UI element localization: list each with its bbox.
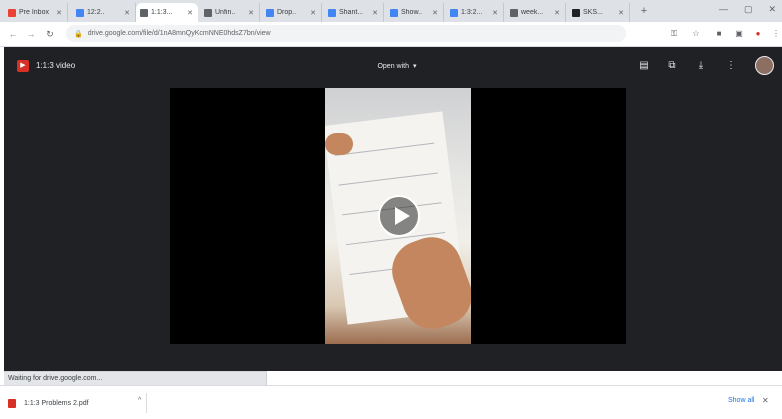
tab-item[interactable]: SKS... ✕ [568, 3, 630, 22]
drive-icon [204, 8, 212, 17]
back-arrow-icon[interactable]: ← [6, 27, 20, 41]
tab-item[interactable]: Drop.. ✕ [262, 3, 322, 22]
pdf-icon [8, 398, 16, 408]
status-bar: Waiting for drive.google.com... [4, 371, 267, 385]
lock-icon: 🔒 [74, 30, 83, 38]
pdf-extension-icon[interactable]: ▣ [733, 28, 745, 40]
forward-arrow-icon[interactable]: → [24, 27, 38, 41]
tab-label: SKS... [583, 9, 603, 16]
download-shelf: 1:1:3 Problems 2.pdf ^ Show all ✕ [0, 385, 782, 419]
extension-icon[interactable]: ■ [713, 28, 725, 40]
file-name: 1:1:3 video [36, 61, 76, 70]
minimize-button[interactable]: — [719, 4, 728, 15]
browser-tab-strip: Pre Inbox ✕ 12:2.. ✕ 1:1:3... ✕ Unfin.. … [0, 0, 782, 22]
tab-item-active[interactable]: 1:1:3... ✕ [136, 3, 198, 22]
drive-icon [510, 8, 518, 17]
maximize-button[interactable]: ▢ [744, 4, 753, 15]
star-icon[interactable]: ☆ [690, 28, 702, 40]
tab-item[interactable]: week... ✕ [506, 3, 566, 22]
tab-label: 1:3:2... [461, 9, 483, 16]
window-controls: — ▢ ✕ [719, 4, 776, 15]
video-file-icon: ▶ [17, 60, 29, 72]
close-icon[interactable]: ✕ [617, 9, 625, 17]
hand-image [325, 133, 353, 155]
address-bar[interactable]: 🔒 drive.google.com/file/d/1nA8mnQyKcmNNE… [66, 25, 626, 42]
close-icon[interactable]: ✕ [553, 9, 561, 17]
new-window-icon[interactable]: ⧉ [665, 59, 679, 73]
tab-item[interactable]: Unfin.. ✕ [200, 3, 260, 22]
close-icon[interactable]: ✕ [123, 9, 131, 17]
url-text: drive.google.com/file/d/1nA8mnQyKcmNNE0h… [87, 30, 271, 37]
close-window-button[interactable]: ✕ [768, 4, 776, 15]
tab-item[interactable]: Show.. ✕ [386, 3, 444, 22]
tab-label: Drop.. [277, 9, 297, 16]
video-player[interactable] [170, 88, 626, 344]
close-icon[interactable]: ✕ [431, 9, 439, 17]
more-vert-icon[interactable]: ⋮ [724, 59, 738, 73]
download-icon[interactable]: ⤓ [694, 59, 708, 73]
tab-label: week... [521, 9, 544, 16]
tab-label: 1:1:3... [151, 9, 173, 16]
close-icon[interactable]: ✕ [371, 9, 379, 17]
drive-icon [140, 8, 148, 17]
tab-label: Pre Inbox [19, 9, 49, 16]
close-icon[interactable]: ✕ [762, 396, 769, 405]
show-all-button[interactable]: Show all [728, 397, 754, 404]
tab-label: Shant... [339, 9, 364, 16]
tab-label: Unfin.. [215, 9, 236, 16]
download-item-label: 1:1:3 Problems 2.pdf [24, 399, 89, 407]
tab-item[interactable]: 1:3:2... ✕ [446, 3, 504, 22]
gmail-icon [8, 8, 16, 17]
close-icon[interactable]: ✕ [309, 9, 317, 17]
download-item[interactable]: 1:1:3 Problems 2.pdf ^ [8, 393, 147, 413]
avatar[interactable] [755, 56, 774, 75]
site-icon [572, 8, 580, 17]
tab-item[interactable]: 12:2.. ✕ [72, 3, 136, 22]
tab-item[interactable]: Shant... ✕ [324, 3, 384, 22]
close-icon[interactable]: ✕ [247, 9, 255, 17]
docs-icon [450, 8, 458, 17]
docs-icon [390, 8, 398, 17]
viewer-header: ▶ 1:1:3 video Open with ▾ ▤ ⧉ ⤓ ⋮ [4, 47, 782, 85]
close-icon[interactable]: ✕ [491, 9, 499, 17]
close-icon[interactable]: ✕ [55, 9, 63, 17]
chevron-down-icon: ▾ [413, 63, 417, 70]
drive-file-viewer: ▶ 1:1:3 video Open with ▾ ▤ ⧉ ⤓ ⋮ [4, 47, 782, 371]
key-icon[interactable]: ⚿ [668, 28, 680, 40]
chevron-up-icon[interactable]: ^ [138, 397, 141, 404]
new-tab-button[interactable]: + [637, 4, 651, 18]
open-with-label: Open with [377, 62, 409, 70]
add-to-drive-icon[interactable]: ▤ [637, 59, 651, 73]
docs-icon [76, 8, 84, 17]
tab-item[interactable]: Pre Inbox ✕ [4, 3, 68, 22]
docs-icon [328, 8, 336, 17]
close-icon[interactable]: ✕ [186, 9, 194, 17]
tab-label: Show.. [401, 9, 423, 16]
menu-icon[interactable]: ⋮ [770, 28, 782, 40]
profile-icon[interactable]: ● [752, 28, 764, 40]
open-with-button[interactable]: Open with ▾ [368, 58, 426, 74]
play-button[interactable] [378, 195, 420, 237]
tab-label: 12:2.. [87, 9, 105, 16]
docs-icon [266, 8, 274, 17]
browser-toolbar: ← → ↻ 🔒 drive.google.com/file/d/1nA8mnQy… [0, 22, 782, 47]
reload-icon[interactable]: ↻ [43, 27, 57, 41]
